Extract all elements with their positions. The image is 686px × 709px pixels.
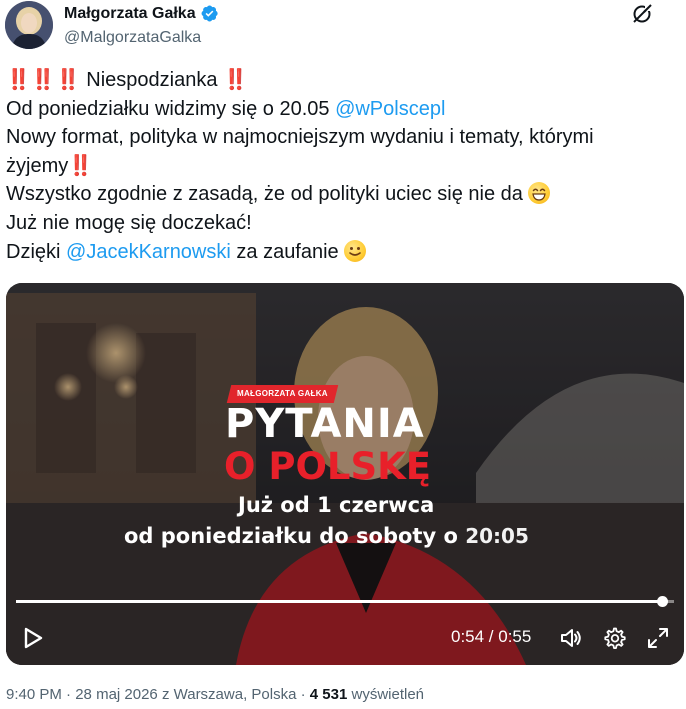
author-handle[interactable]: @MalgorzataGalka [64,29,201,47]
progress-bar[interactable] [16,596,674,607]
show-title-line2: O POLSKĘ [224,445,432,488]
double-exclamation-icon: ‼️‼️‼️ [6,69,81,91]
tweet-text: ‼️‼️‼️ Niespodzianka ‼️ Od poniedziałku w… [6,66,678,266]
tweet-line: Nowy format, polityka w najmocniejszym w… [6,123,678,152]
double-exclamation-icon: ‼️ [68,154,94,177]
smiling-face-icon [344,239,367,262]
tweet-text-segment: Dzięki [6,240,67,263]
tweet-text-segment: Nowy format, polityka w najmocniejszym w… [6,126,594,149]
tweet-line: Już nie mogę się doczekać! [6,209,678,238]
video-player[interactable]: MAŁGORZATA GAŁKA PYTANIA O POLSKĘ Już od… [6,283,684,665]
show-subtitle-line2: od poniedziałku do soboty o 20:05 [124,524,529,548]
tweet-line: Od poniedziałku widzimy się o 20.05 @wPo… [6,95,678,124]
time-readout: 0:54 / 0:55 [451,627,532,646]
play-icon[interactable] [22,626,44,650]
tweet-text-segment: Już nie mogę się doczekać! [6,211,252,234]
tweet-location: z Warszawa, Polska [161,686,297,703]
views-count: 4 531 [309,686,348,703]
tweet-text-segment: Od poniedziałku widzimy się o 20.05 [6,97,336,120]
volume-icon[interactable] [559,626,583,650]
mention-link[interactable]: @wPolscepl [335,98,445,120]
tweet-text-segment: Wszystko zgodnie z zasadą, że od polityk… [6,183,529,206]
show-time: 20:05 [465,524,529,548]
tweet-line: ‼️‼️‼️ Niespodzianka ‼️ [6,66,678,95]
views-label: wyświetleń [351,686,425,703]
tweet-line: Dzięki @JacekKarnowski za zaufanie [6,238,678,267]
tweet-text-segment: żyjemy [6,154,69,177]
tweet-text-segment: Niespodzianka [80,69,224,91]
mention-link[interactable]: @JacekKarnowski [66,241,231,263]
tweet-line: Wszystko zgodnie z zasadą, że od polityk… [6,180,678,209]
show-subtitle-line1: Już od 1 czerwca [238,493,435,517]
grok-icon[interactable] [630,2,654,26]
fullscreen-icon[interactable] [646,626,670,650]
avatar[interactable] [5,1,53,49]
tweet-time[interactable]: 9:40 PM [6,686,62,703]
double-exclamation-icon: ‼️ [223,69,248,91]
gear-icon[interactable] [602,626,626,650]
show-title-line1: PYTANIA [225,401,425,447]
author-name[interactable]: Małgorzata Gałka [64,5,196,23]
verified-badge-icon [201,5,218,22]
grinning-face-icon [528,182,551,205]
tweet-header: Małgorzata Gałka @MalgorzataGalka [0,0,686,60]
progress-fill [16,600,663,603]
tweet-meta: 9:40 PM · 28 maj 2026 z Warszawa, Polska… [6,686,425,703]
tweet-text-segment: za zaufanie [230,240,345,263]
tweet-date[interactable]: 28 maj 2026 [75,686,158,703]
tweet-line: żyjemy‼️ [6,152,678,181]
